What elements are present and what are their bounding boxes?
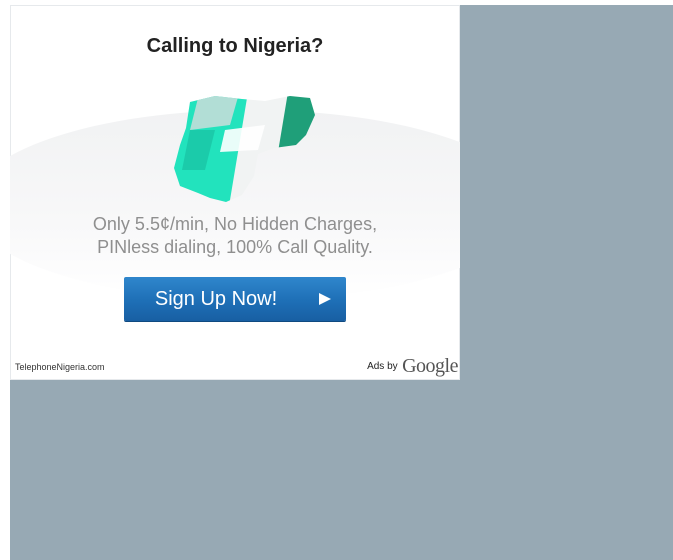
nigeria-flag-map-icon <box>174 96 315 202</box>
play-arrow-icon <box>319 293 331 305</box>
ad-description-line-1: Only 5.5¢/min, No Hidden Charges, <box>92 214 378 234</box>
ad-banner[interactable]: Calling to Nigeria? Only 5.5¢/min, No Hi… <box>10 5 460 380</box>
ads-by-google-link[interactable]: Ads by Google <box>367 355 458 377</box>
ad-display-url[interactable]: TelephoneNigeria.com <box>15 362 105 372</box>
sign-up-button-label: Sign Up Now! <box>154 288 278 310</box>
sign-up-button[interactable]: Sign Up Now! <box>124 277 346 321</box>
ads-by-label: Ads by <box>367 361 398 372</box>
ad-description: Only 5.5¢/min, No Hidden Charges, PINles… <box>10 213 460 259</box>
page: Calling to Nigeria? Only 5.5¢/min, No Hi… <box>0 0 673 560</box>
google-logo: Google <box>402 355 458 377</box>
ad-headline: Calling to Nigeria? <box>146 35 324 57</box>
ad-description-line-2: PINless dialing, 100% Call Quality. <box>97 237 373 257</box>
